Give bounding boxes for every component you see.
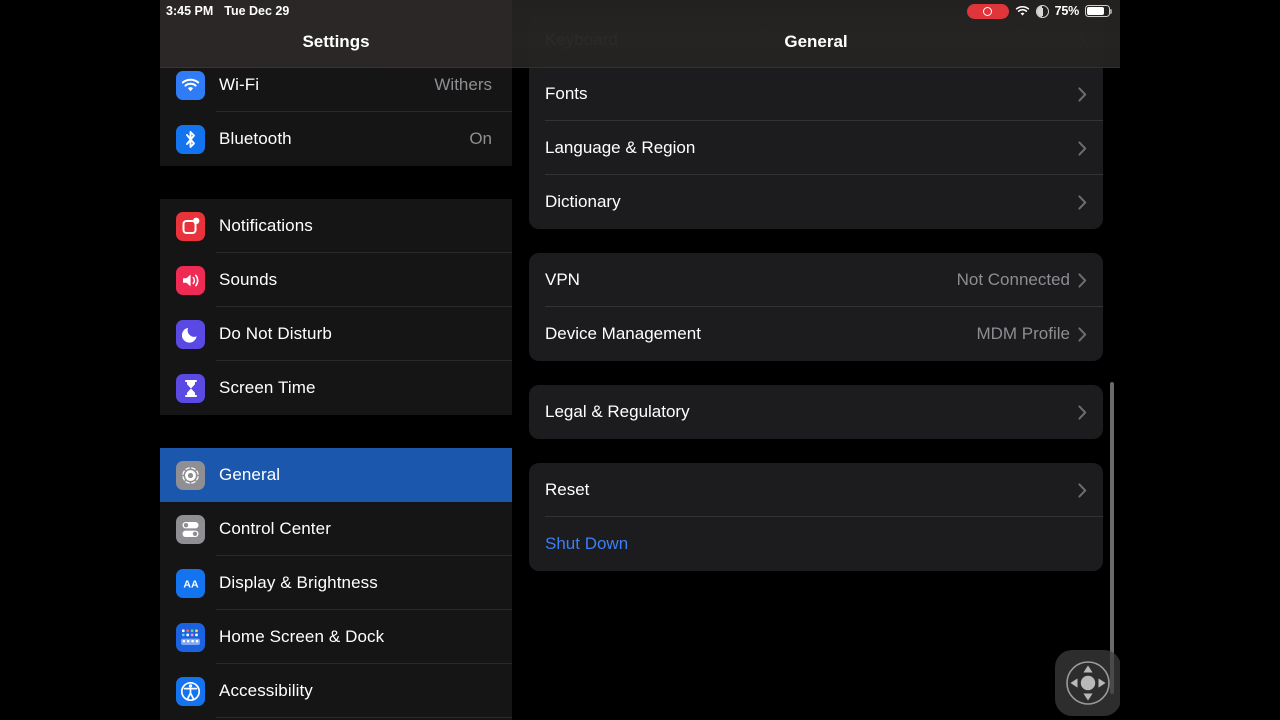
sidebar-group: General Control Center AA Display & Brightn… [160, 448, 512, 720]
do-not-disturb-icon [176, 319, 205, 349]
detail-row-vpn[interactable]: VPN Not Connected [529, 253, 1103, 307]
wifi-icon [1015, 5, 1030, 17]
status-bar-date: Tue Dec 29 [224, 4, 290, 18]
chevron-right-icon [1078, 404, 1087, 420]
sidebar-item-label: Home Screen & Dock [219, 627, 385, 646]
screen-recording-icon[interactable] [966, 3, 1009, 19]
detail-row-label: Shut Down [545, 534, 629, 553]
sidebar-item-label: Control Center [219, 519, 331, 538]
detail-row-label: Reset [545, 480, 590, 499]
sidebar-item-label: Do Not Disturb [219, 324, 332, 343]
status-bar: 3:45 PM Tue Dec 29 75% [160, 0, 1120, 22]
chevron-right-icon [1078, 482, 1087, 498]
sidebar-item-sounds[interactable]: Sounds [160, 253, 512, 307]
detail-row-language-region[interactable]: Language & Region [529, 121, 1103, 175]
detail-row-label: VPN [545, 270, 580, 289]
detail-row-dictionary[interactable]: Dictionary [529, 175, 1103, 229]
sidebar-item-display-brightness[interactable]: AA Display & Brightness [160, 556, 512, 610]
detail-row-value: Not Connected [956, 270, 1070, 289]
detail-row-shut-down[interactable]: Shut Down [529, 517, 1103, 571]
battery-percent-label: 75% [1054, 4, 1080, 18]
chevron-right-icon [1078, 326, 1087, 342]
sidebar-group-gap [160, 166, 512, 199]
sidebar-item-label: Bluetooth [219, 129, 292, 148]
detail-row-label: Language & Region [545, 138, 696, 157]
general-detail-pane[interactable]: Keyboard Fonts Language & Region Dictionary… [512, 0, 1120, 720]
sidebar-item-value: Withers [434, 75, 492, 94]
notifications-icon [176, 211, 205, 241]
settings-nav-title: Settings [302, 32, 370, 51]
general-nav-title: General [784, 32, 848, 51]
sidebar-item-general[interactable]: General [160, 448, 512, 502]
control-center-icon [176, 514, 205, 544]
settings-card: Reset Shut Down [529, 463, 1103, 571]
status-bar-right: 75% [966, 3, 1113, 19]
battery-charging-icon [1035, 4, 1049, 18]
detail-row-legal-regulatory[interactable]: Legal & Regulatory [529, 385, 1103, 439]
ipad-screen: Settings General 3:45 PM Tue Dec 29 75% … [160, 0, 1120, 720]
sidebar-group-gap [160, 415, 512, 448]
chevron-right-icon [1078, 194, 1087, 210]
chevron-right-icon [1078, 86, 1087, 102]
svg-text:AA: AA [183, 578, 199, 590]
settings-card: VPN Not Connected Device Management MDM Pro… [529, 253, 1103, 361]
sidebar-item-do-not-disturb[interactable]: Do Not Disturb [160, 307, 512, 361]
detail-row-fonts[interactable]: Fonts [529, 67, 1103, 121]
sidebar-item-accessibility[interactable]: Accessibility [160, 664, 512, 718]
home-screen-dock-icon [176, 622, 205, 652]
sidebar-item-notifications[interactable]: Notifications [160, 199, 512, 253]
sidebar-item-control-center[interactable]: Control Center [160, 502, 512, 556]
chevron-right-icon [1078, 272, 1087, 288]
sidebar-item-label: Display & Brightness [219, 573, 378, 592]
sidebar-item-label: Notifications [219, 216, 313, 235]
status-bar-time: 3:45 PM [166, 4, 214, 18]
settings-card: Legal & Regulatory [529, 385, 1103, 439]
sidebar-item-label: Screen Time [219, 378, 316, 397]
sidebar-group: Wi-Fi Withers Bluetooth On [160, 58, 512, 166]
sidebar-item-label: General [219, 465, 281, 484]
detail-row-label: Fonts [545, 84, 588, 103]
detail-row-reset[interactable]: Reset [529, 463, 1103, 517]
detail-row-value: MDM Profile [976, 324, 1070, 343]
detail-group-gap [512, 439, 1120, 463]
sidebar-item-label: Sounds [219, 270, 278, 289]
sidebar-item-wi-fi[interactable]: Wi-Fi Withers [160, 58, 512, 112]
sidebar-item-label: Accessibility [219, 681, 313, 700]
bluetooth-icon [176, 124, 205, 154]
general-gear-icon [176, 460, 205, 490]
detail-row-label: Legal & Regulatory [545, 402, 690, 421]
sidebar-item-value: On [469, 129, 492, 148]
settings-sidebar[interactable]: Wi-Fi Withers Bluetooth On Notifications Soun… [160, 0, 512, 720]
sidebar-item-label: Wi-Fi [219, 75, 260, 94]
accessibility-icon [176, 676, 205, 706]
sidebar-item-home-screen-dock[interactable]: Home Screen & Dock [160, 610, 512, 664]
detail-row-label: Dictionary [545, 192, 621, 211]
vertical-scrollbar[interactable] [1110, 382, 1114, 694]
detail-row-device-management[interactable]: Device Management MDM Profile [529, 307, 1103, 361]
assistive-touch-button[interactable] [1055, 650, 1120, 716]
display-brightness-icon: AA [176, 568, 205, 598]
sounds-icon [176, 265, 205, 295]
detail-group-gap [512, 229, 1120, 253]
chevron-right-icon [1078, 140, 1087, 156]
sidebar-item-screen-time[interactable]: Screen Time [160, 361, 512, 415]
wifi-settings-icon [176, 70, 205, 100]
sidebar-group: Notifications Sounds Do Not Disturb Screen … [160, 199, 512, 415]
detail-row-label: Device Management [545, 324, 701, 343]
screen-time-icon [176, 373, 205, 403]
status-bar-left: 3:45 PM Tue Dec 29 [166, 4, 289, 18]
sidebar-item-bluetooth[interactable]: Bluetooth On [160, 112, 512, 166]
battery-icon [1085, 4, 1113, 18]
detail-group-gap [512, 361, 1120, 385]
